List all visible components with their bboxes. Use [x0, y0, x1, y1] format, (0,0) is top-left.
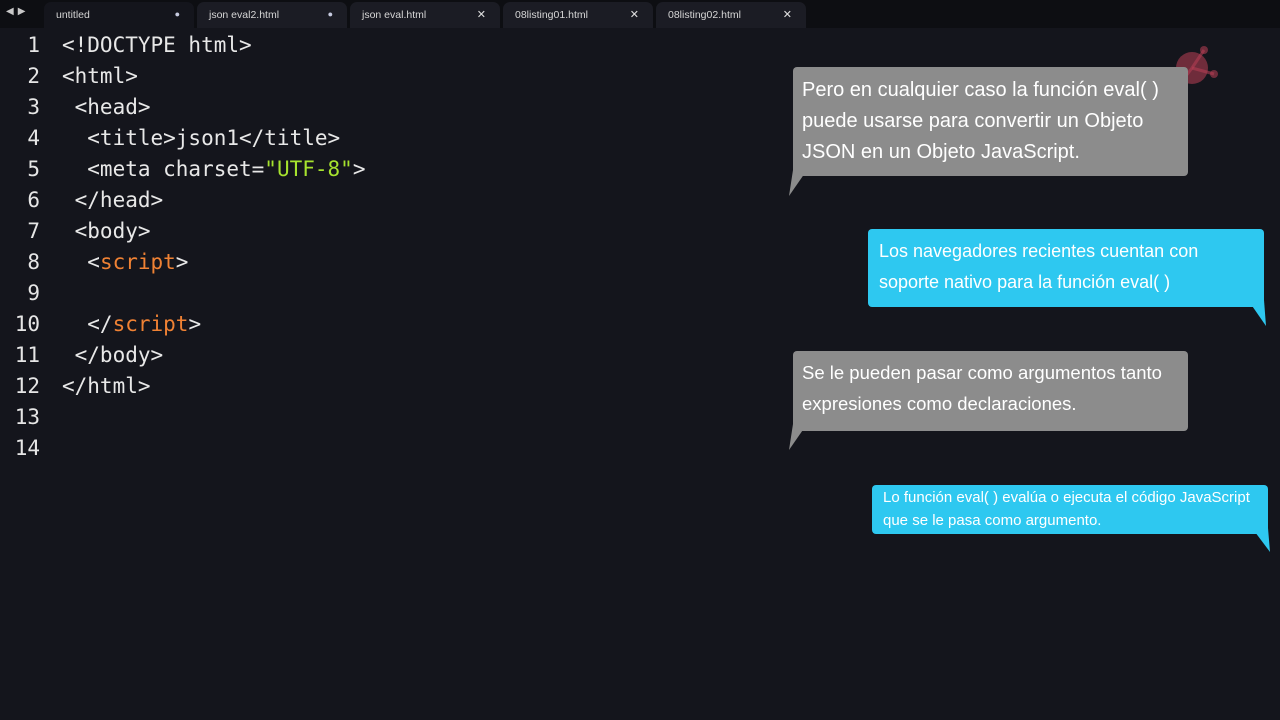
bubble-text: Los navegadores recientes cuentan con so… — [879, 241, 1199, 292]
code-token: > — [352, 157, 366, 181]
code-line: <!DOCTYPE html> — [62, 33, 252, 57]
line-number: 9 — [27, 281, 40, 305]
close-icon[interactable]: ✕ — [477, 8, 486, 21]
code-line: <script> — [62, 247, 188, 278]
line-number: 7 — [27, 219, 40, 243]
tab-json-eval[interactable]: json eval.html ✕ — [350, 2, 500, 28]
tab-label: json eval2.html — [209, 9, 280, 21]
line-number: 4 — [27, 126, 40, 150]
bubble-tail-icon — [1248, 300, 1266, 326]
code-token: < — [62, 250, 100, 274]
close-icon[interactable]: ✕ — [783, 8, 792, 21]
arrow-right-icon[interactable]: ▶ — [18, 6, 30, 17]
unsaved-dot-icon[interactable]: ● — [328, 9, 333, 19]
tab-scroll-arrows[interactable]: ◀▶ — [6, 6, 29, 17]
line-number: 11 — [14, 343, 40, 367]
speech-bubble-1: Pero en cualquier caso la función eval( … — [793, 67, 1188, 176]
tab-label: untitled — [56, 9, 90, 21]
unsaved-dot-icon[interactable]: ● — [175, 9, 180, 19]
speech-bubble-4: Lo función eval( ) evalúa o ejecuta el c… — [872, 485, 1268, 534]
code-line: </script> — [62, 309, 201, 340]
bubble-text: Lo función eval( ) evalúa o ejecuta el c… — [883, 489, 1250, 529]
tab-label: 08listing01.html — [515, 9, 588, 21]
speech-bubble-3: Se le pueden pasar como argumentos tanto… — [793, 351, 1188, 431]
line-number: 3 — [27, 95, 40, 119]
tab-label: 08listing02.html — [668, 9, 741, 21]
code-line: <body> — [62, 219, 151, 243]
code-line: <html> — [62, 64, 138, 88]
bubble-text: Pero en cualquier caso la función eval( … — [802, 79, 1159, 163]
string-token: "UTF-8" — [264, 157, 353, 181]
code-token: > — [188, 312, 202, 336]
line-number: 14 — [14, 436, 40, 460]
code-token: > — [175, 250, 189, 274]
line-number: 10 — [14, 312, 40, 336]
bubble-text: Se le pueden pasar como argumentos tanto… — [802, 362, 1162, 414]
code-line: <meta charset="UTF-8"> — [62, 154, 365, 185]
bubble-tail-icon — [1252, 528, 1270, 552]
code-token: </ — [62, 312, 113, 336]
code-line: </html> — [62, 374, 151, 398]
line-number: 12 — [14, 374, 40, 398]
speech-bubble-2: Los navegadores recientes cuentan con so… — [868, 229, 1264, 307]
close-icon[interactable]: ✕ — [630, 8, 639, 21]
bubble-tail-icon — [789, 170, 807, 196]
tab-json-eval2[interactable]: json eval2.html ● — [197, 2, 347, 28]
line-number: 13 — [14, 405, 40, 429]
tab-08listing01[interactable]: 08listing01.html ✕ — [503, 2, 653, 28]
line-number: 8 — [27, 250, 40, 274]
code-line: <title>json1</title> — [62, 126, 341, 150]
script-tag-token: script — [99, 250, 176, 274]
tab-untitled[interactable]: untitled ● — [44, 2, 194, 28]
line-number: 6 — [27, 188, 40, 212]
line-number: 1 — [27, 33, 40, 57]
code-line: </body> — [62, 343, 164, 367]
script-tag-token: script — [112, 312, 189, 336]
line-number: 2 — [27, 64, 40, 88]
arrow-left-icon[interactable]: ◀ — [6, 6, 18, 17]
code-line: <head> — [62, 95, 151, 119]
tab-08listing02[interactable]: 08listing02.html ✕ — [656, 2, 806, 28]
code-line: </head> — [62, 188, 164, 212]
bubble-tail-icon — [789, 424, 807, 450]
tab-label: json eval.html — [362, 9, 427, 21]
line-number: 5 — [27, 157, 40, 181]
code-token: <meta charset= — [62, 157, 265, 181]
code-editor[interactable]: 1 2 3 4 5 6 7 8 9 10 11 12 13 14 <!DOCTY… — [0, 28, 780, 720]
tab-bar: ◀▶ untitled ● json eval2.html ● json eva… — [0, 0, 1280, 28]
